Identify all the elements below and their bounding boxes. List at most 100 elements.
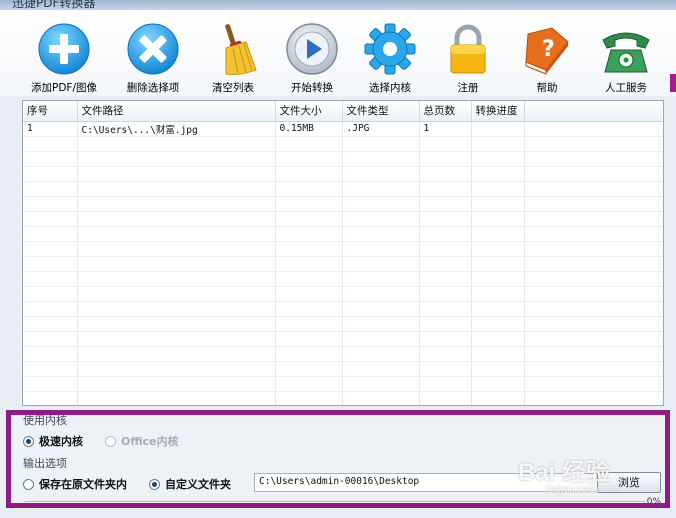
empty-cell (471, 136, 525, 152)
col-header-progress[interactable]: 转换进度 (471, 101, 525, 122)
cell-type: .JPG (342, 121, 420, 137)
start-conversion-label: 开始转换 (291, 82, 333, 94)
empty-cell (342, 136, 420, 152)
svg-text:?: ? (542, 37, 555, 62)
register-button[interactable]: 注册 (426, 22, 510, 96)
gear-icon (364, 23, 416, 75)
file-list-table[interactable]: 序号 文件路径 文件大小 文件类型 总页数 转换进度 1 C:\Users\..… (22, 100, 664, 406)
help-label: 帮助 (536, 82, 558, 94)
empty-cell (342, 196, 420, 212)
empty-cell (77, 226, 276, 242)
engine-fast-option[interactable]: 极速内核 (23, 433, 83, 449)
empty-cell (77, 346, 276, 362)
register-label: 注册 (457, 82, 479, 94)
empty-cell (524, 316, 663, 332)
empty-table-row (23, 166, 663, 182)
start-conversion-button[interactable]: 开始转换 (270, 22, 354, 96)
empty-cell (342, 376, 420, 392)
empty-cell (471, 361, 525, 377)
empty-table-row (23, 136, 663, 152)
output-original-radio[interactable] (23, 478, 34, 490)
empty-cell (342, 151, 420, 167)
empty-cell (471, 226, 525, 242)
empty-cell (419, 286, 472, 302)
empty-cell (275, 376, 343, 392)
empty-cell (419, 316, 472, 332)
empty-cell (419, 391, 472, 405)
empty-cell (342, 271, 420, 287)
empty-cell (471, 271, 525, 287)
empty-cell (524, 256, 663, 272)
help-button[interactable]: ? 帮助 (505, 22, 589, 96)
empty-cell (471, 196, 525, 212)
table-header-row: 序号 文件路径 文件大小 文件类型 总页数 转换进度 (23, 101, 663, 122)
output-original-option[interactable]: 保存在原文件夹内 (23, 476, 127, 492)
side-marker (670, 74, 676, 92)
empty-cell (342, 331, 420, 347)
empty-table-row (23, 331, 663, 347)
choose-engine-label: 选择内核 (369, 82, 411, 94)
empty-table-row (23, 271, 663, 287)
empty-cell (342, 166, 420, 182)
empty-cell (524, 211, 663, 227)
clear-list-button[interactable]: 清空列表 (191, 22, 275, 96)
col-header-type[interactable]: 文件类型 (342, 101, 420, 122)
empty-cell (419, 166, 472, 182)
empty-cell (342, 241, 420, 257)
cell-progress (471, 121, 525, 137)
empty-cell (471, 316, 525, 332)
empty-cell (471, 346, 525, 362)
empty-table-row (23, 211, 663, 227)
human-service-button[interactable]: 人工服务 (584, 22, 668, 96)
human-service-label: 人工服务 (605, 82, 647, 94)
empty-cell (77, 181, 276, 197)
empty-cell (524, 361, 663, 377)
table-row[interactable]: 1 C:\Users\...\财富.jpg 0.15MB .JPG 1 (23, 121, 663, 137)
broom-icon (225, 24, 257, 75)
delete-selected-button[interactable]: 删除选择项 (111, 22, 195, 96)
empty-cell (419, 346, 472, 362)
empty-cell (23, 361, 78, 377)
empty-cell (77, 256, 276, 272)
empty-cell (23, 286, 78, 302)
empty-cell (77, 376, 276, 392)
browse-button[interactable]: 浏览 (597, 472, 661, 493)
empty-cell (419, 241, 472, 257)
cell-size: 0.15MB (275, 121, 343, 137)
delete-selected-label: 删除选择项 (126, 82, 180, 94)
title-bar: 迅捷PDF转换器 (0, 0, 676, 10)
x-circle-icon (127, 23, 179, 75)
empty-cell (471, 286, 525, 302)
col-header-path[interactable]: 文件路径 (77, 101, 276, 122)
cell-index: 1 (23, 121, 78, 137)
empty-cell (471, 301, 525, 317)
empty-table-row (23, 226, 663, 242)
empty-cell (342, 226, 420, 242)
empty-cell (275, 271, 343, 287)
empty-cell (471, 151, 525, 167)
col-header-size[interactable]: 文件大小 (275, 101, 343, 122)
add-pdf-button[interactable]: 添加PDF/图像 (22, 22, 106, 96)
output-path-field[interactable]: C:\Users\admin-00016\Desktop (254, 473, 646, 492)
empty-table-row (23, 196, 663, 212)
empty-cell (524, 151, 663, 167)
engine-fast-radio[interactable] (23, 435, 34, 447)
output-custom-radio[interactable] (149, 478, 160, 490)
col-header-index[interactable]: 序号 (23, 101, 78, 122)
empty-cell (275, 256, 343, 272)
empty-cell (23, 196, 78, 212)
col-header-pages[interactable]: 总页数 (419, 101, 472, 122)
engine-office-label: Office内核 (121, 435, 179, 448)
choose-engine-button[interactable]: 选择内核 (348, 22, 432, 96)
empty-cell (471, 241, 525, 257)
progress-percent: 0% (646, 497, 661, 507)
empty-cell (419, 211, 472, 227)
empty-cell (419, 256, 472, 272)
empty-table-row (23, 256, 663, 272)
empty-cell (471, 181, 525, 197)
empty-cell (23, 166, 78, 182)
empty-cell (23, 151, 78, 167)
output-custom-option[interactable]: 自定义文件夹 (149, 476, 231, 492)
empty-table-row (23, 361, 663, 377)
empty-cell (77, 196, 276, 212)
